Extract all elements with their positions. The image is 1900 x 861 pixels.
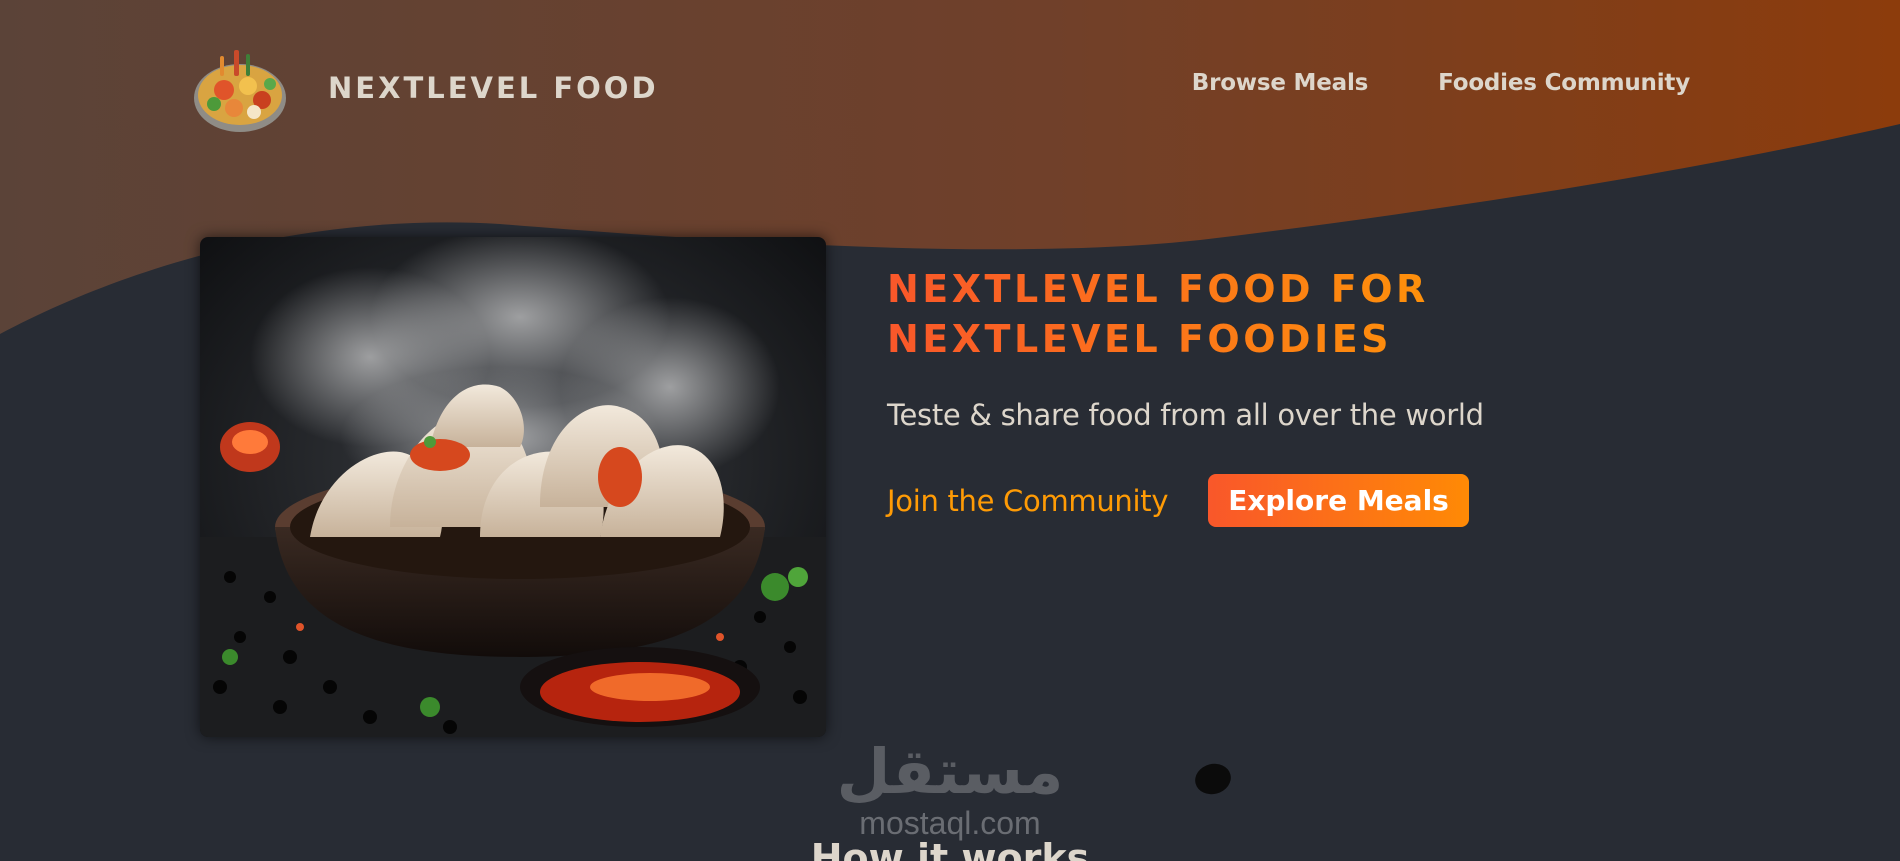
hero-subtitle: Teste & share food from all over the wor… (887, 398, 1484, 432)
how-it-works-heading: How it works (810, 836, 1090, 861)
hero-cta-row: Join the Community Explore Meals (887, 474, 1587, 527)
watermark-arabic-text: مستقل (836, 735, 1064, 808)
hero-content: NEXTLEVEL FOOD FOR NEXTLEVEL FOODIES Tes… (887, 264, 1587, 527)
site-header: NEXTLEVEL FOOD Browse Meals Foodies Comm… (0, 0, 1900, 175)
join-community-link[interactable]: Join the Community (887, 484, 1169, 518)
hero-title: NEXTLEVEL FOOD FOR NEXTLEVEL FOODIES (887, 264, 1527, 364)
home-logo-link[interactable]: NEXTLEVEL FOOD (190, 40, 659, 136)
ink-blot-decoration (1191, 759, 1235, 799)
hero-title-line-2: NEXTLEVEL FOODIES (887, 317, 1393, 361)
main-navigation: Browse Meals Foodies Community (1192, 70, 1690, 96)
hero-title-line-1: NEXTLEVEL FOOD FOR (887, 267, 1429, 311)
site-logo-text: NEXTLEVEL FOOD (328, 71, 659, 105)
explore-meals-button[interactable]: Explore Meals (1208, 474, 1469, 527)
food-plate-logo-icon (190, 40, 290, 136)
watermark-latin-text: mostaql.com (859, 805, 1041, 841)
nav-link-foodies-community[interactable]: Foodies Community (1438, 70, 1690, 96)
hero-dumplings-image (200, 237, 826, 737)
mostaql-watermark: مستقل mostaql.com (800, 735, 1100, 841)
nav-link-browse-meals[interactable]: Browse Meals (1192, 70, 1369, 96)
